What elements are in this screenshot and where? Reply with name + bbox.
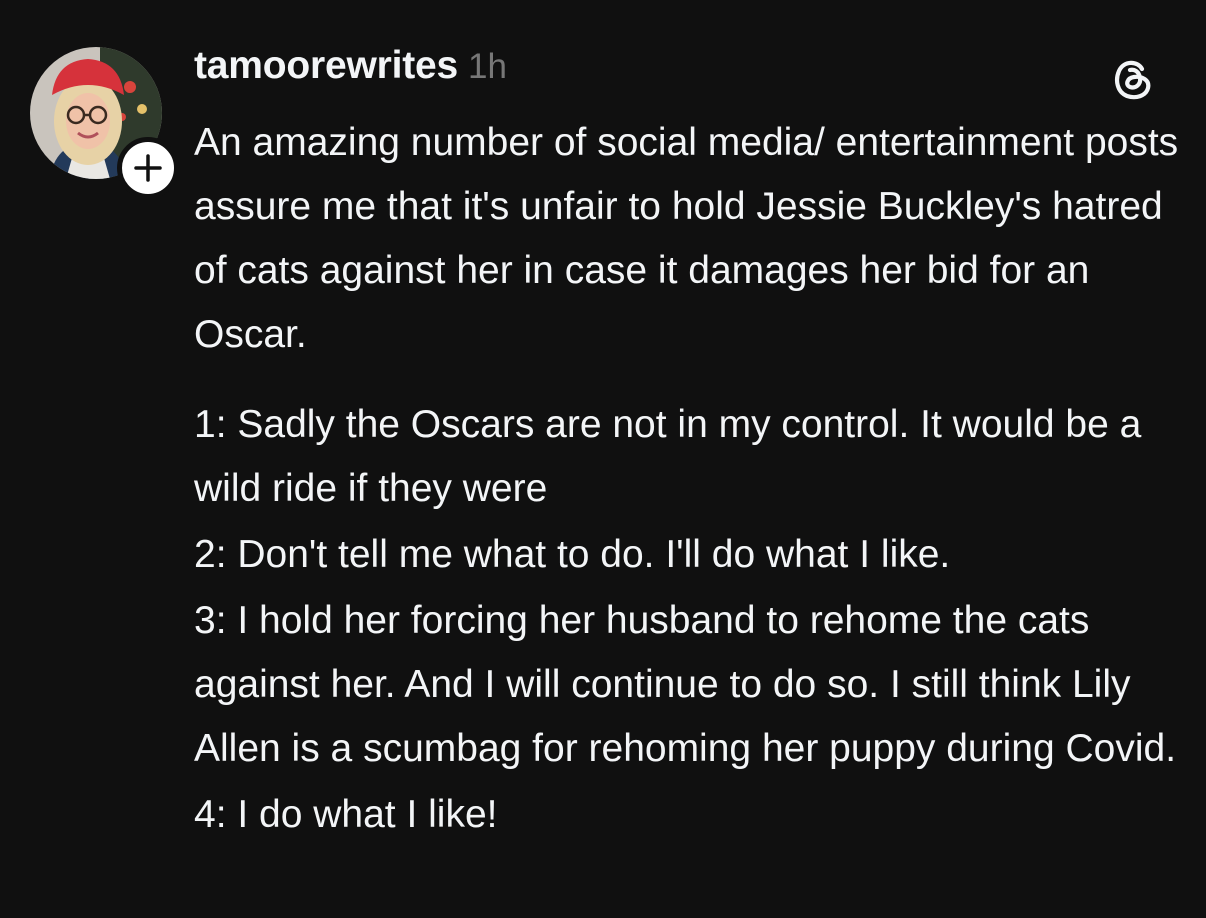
post-header: tamoorewrites 1h: [194, 44, 507, 94]
post-paragraph-2: 2: Don't tell me what to do. I'll do wha…: [194, 533, 951, 576]
post-paragraph-1: 1: Sadly the Oscars are not in my contro…: [194, 403, 1142, 510]
threads-logo-icon[interactable]: [1108, 54, 1158, 104]
post-paragraph-4: 4: I do what I like!: [194, 793, 498, 836]
follow-button[interactable]: [117, 137, 179, 199]
post-paragraph-intro: An amazing number of social media/ enter…: [194, 121, 1179, 356]
avatar-container[interactable]: [30, 47, 179, 199]
post-paragraph-3: 3: I hold her forcing her husband to reh…: [194, 599, 1177, 770]
plus-icon: [134, 154, 162, 182]
post-timestamp: 1h: [467, 47, 507, 86]
username-link[interactable]: tamoorewrites: [194, 44, 458, 88]
threads-post: tamoorewrites 1h An amazing number of so…: [0, 0, 1206, 918]
post-body: An amazing number of social media/ enter…: [194, 111, 1184, 849]
